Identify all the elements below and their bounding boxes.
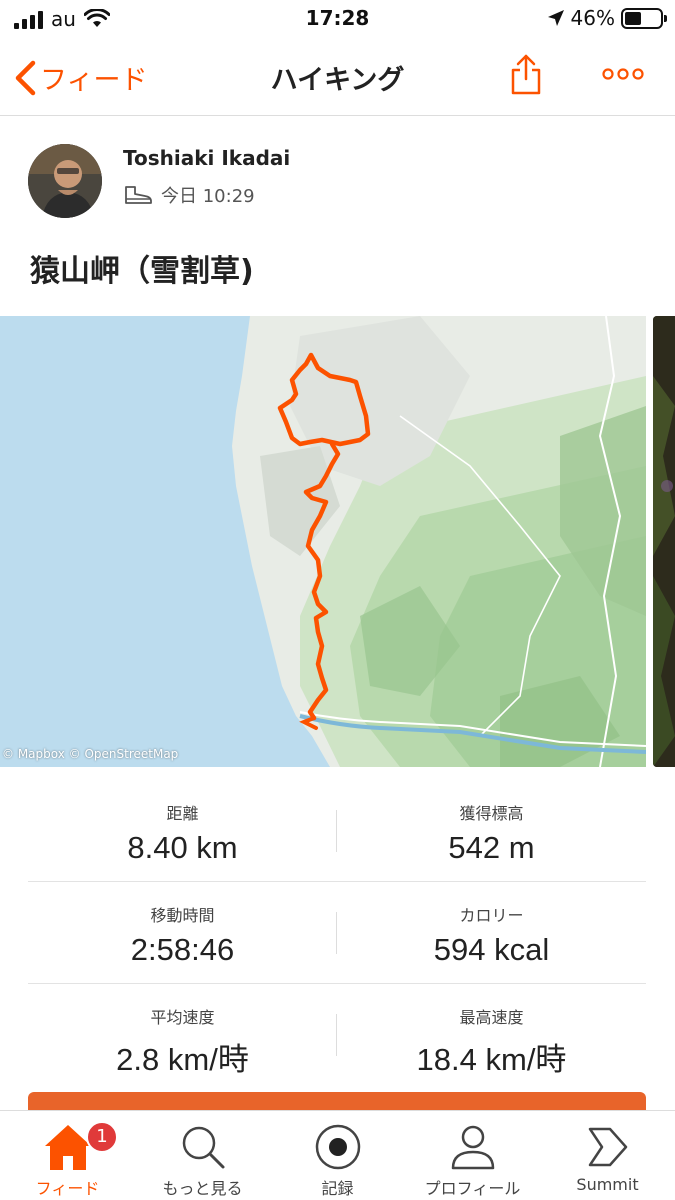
battery-icon — [621, 7, 667, 29]
battery-percent: 46% — [570, 6, 615, 30]
tab-bar: 1 フィード もっと見る 記録 プロフィール Summit — [0, 1110, 675, 1200]
stat-label: 平均速度 — [150, 1008, 215, 1027]
stats-row: 平均速度 2.8 km/時 最高速度 18.4 km/時 — [28, 984, 646, 1086]
stat-avg-speed: 平均速度 2.8 km/時 — [28, 1004, 337, 1079]
stat-elevation-gain: 獲得標高 542 m — [337, 800, 646, 866]
stat-max-speed: 最高速度 18.4 km/時 — [337, 1004, 646, 1079]
stats-row: 距離 8.40 km 獲得標高 542 m — [28, 780, 646, 882]
stat-value: 2:58:46 — [130, 932, 235, 967]
stat-distance: 距離 8.40 km — [28, 800, 337, 866]
search-icon — [182, 1126, 224, 1169]
route-map[interactable]: © Mapbox © OpenStreetMap — [0, 316, 646, 767]
stat-label: カロリー — [459, 906, 524, 925]
home-icon — [44, 1125, 91, 1170]
hiking-boot-icon — [125, 186, 152, 204]
photo-thumbnail[interactable] — [653, 316, 675, 767]
summit-icon — [588, 1127, 627, 1167]
stat-moving-time: 移動時間 2:58:46 — [28, 902, 337, 968]
status-right: 46% — [547, 6, 667, 30]
stat-value: 18.4 km/時 — [416, 1042, 567, 1077]
activity-meta: 今日 10:29 — [123, 182, 255, 208]
notification-badge: 1 — [86, 1121, 118, 1153]
record-icon — [315, 1124, 360, 1170]
profile-icon — [451, 1125, 494, 1170]
navigation-bar: フィード ハイキング — [0, 40, 675, 116]
tab-label: プロフィール — [424, 1179, 521, 1198]
tab-explore[interactable]: もっと見る — [135, 1121, 270, 1199]
activity-datetime: 今日 10:29 — [161, 186, 255, 207]
share-icon[interactable] — [508, 52, 544, 96]
stat-calories: カロリー 594 kcal — [337, 902, 646, 968]
battery-fill — [625, 11, 641, 25]
photo-thumbnail-image — [653, 316, 675, 767]
stat-value: 2.8 km/時 — [116, 1042, 249, 1077]
location-arrow-icon — [547, 10, 564, 26]
tab-label: Summit — [576, 1175, 639, 1194]
stat-label: 獲得標高 — [459, 804, 524, 823]
avatar[interactable] — [28, 144, 102, 218]
stat-value: 542 m — [448, 830, 535, 865]
status-bar: au 17:28 46% — [0, 0, 675, 40]
stat-label: 最高速度 — [459, 1008, 524, 1027]
tab-label: フィード — [35, 1179, 100, 1198]
tab-summit[interactable]: Summit — [540, 1121, 675, 1194]
more-options-icon[interactable] — [600, 54, 646, 94]
activity-title[interactable]: 猿山岬（雪割草) — [30, 246, 254, 290]
page-title: ハイキング — [270, 65, 405, 96]
stat-value: 594 kcal — [433, 932, 550, 967]
stat-value: 8.40 km — [127, 830, 238, 865]
stat-label: 距離 — [166, 804, 199, 823]
map-attribution[interactable]: © Mapbox © OpenStreetMap — [2, 747, 178, 761]
tab-profile[interactable]: プロフィール — [405, 1121, 540, 1199]
stat-label: 移動時間 — [150, 906, 215, 925]
stats-row: 移動時間 2:58:46 カロリー 594 kcal — [28, 882, 646, 984]
tab-record[interactable]: 記録 — [270, 1121, 405, 1199]
tab-label: もっと見る — [162, 1179, 243, 1198]
map-canvas — [0, 316, 646, 767]
stats-grid: 距離 8.40 km 獲得標高 542 m 移動時間 2:58:46 カロリー … — [28, 780, 646, 1086]
avatar-photo — [28, 144, 102, 218]
tab-feed[interactable]: 1 フィード — [0, 1121, 135, 1199]
tab-label: 記録 — [321, 1179, 354, 1198]
athlete-name[interactable]: Toshiaki Ikadai — [123, 146, 290, 170]
